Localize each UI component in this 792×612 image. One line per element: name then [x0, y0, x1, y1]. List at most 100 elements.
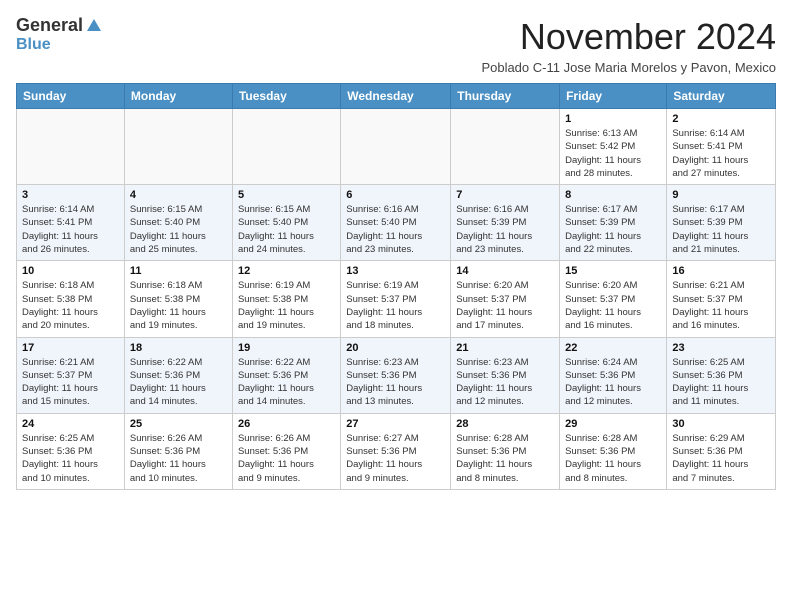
calendar-cell: 24 Sunrise: 6:25 AM Sunset: 5:36 PM Dayli…	[17, 413, 125, 489]
calendar-cell: 18 Sunrise: 6:22 AM Sunset: 5:36 PM Dayli…	[124, 337, 232, 413]
day-number: 24	[22, 418, 119, 430]
day-info: Sunrise: 6:25 AM Sunset: 5:36 PM Dayligh…	[22, 432, 119, 485]
day-info: Sunrise: 6:13 AM Sunset: 5:42 PM Dayligh…	[565, 127, 661, 180]
calendar-cell: 28 Sunrise: 6:28 AM Sunset: 5:36 PM Dayli…	[451, 413, 560, 489]
day-info: Sunrise: 6:29 AM Sunset: 5:36 PM Dayligh…	[672, 432, 770, 485]
day-info: Sunrise: 6:17 AM Sunset: 5:39 PM Dayligh…	[565, 203, 661, 256]
calendar-cell: 11 Sunrise: 6:18 AM Sunset: 5:38 PM Dayli…	[124, 261, 232, 337]
calendar-cell: 25 Sunrise: 6:26 AM Sunset: 5:36 PM Dayli…	[124, 413, 232, 489]
weekday-header-wednesday: Wednesday	[341, 84, 451, 109]
calendar-cell: 7 Sunrise: 6:16 AM Sunset: 5:39 PM Daylig…	[451, 185, 560, 261]
calendar-cell: 30 Sunrise: 6:29 AM Sunset: 5:36 PM Dayli…	[667, 413, 776, 489]
day-info: Sunrise: 6:21 AM Sunset: 5:37 PM Dayligh…	[672, 279, 770, 332]
day-number: 20	[346, 342, 445, 354]
day-number: 1	[565, 113, 661, 125]
day-number: 26	[238, 418, 335, 430]
title-block: November 2024 Poblado C-11 Jose Maria Mo…	[481, 16, 776, 75]
day-info: Sunrise: 6:16 AM Sunset: 5:40 PM Dayligh…	[346, 203, 445, 256]
calendar-cell: 4Sunrise: 6:15 AM Sunset: 5:40 PM Daylig…	[124, 185, 232, 261]
weekday-header-friday: Friday	[560, 84, 667, 109]
day-info: Sunrise: 6:14 AM Sunset: 5:41 PM Dayligh…	[672, 127, 770, 180]
day-number: 27	[346, 418, 445, 430]
day-number: 6	[346, 189, 445, 201]
calendar-cell	[341, 109, 451, 185]
day-info: Sunrise: 6:21 AM Sunset: 5:37 PM Dayligh…	[22, 356, 119, 409]
day-info: Sunrise: 6:28 AM Sunset: 5:36 PM Dayligh…	[565, 432, 661, 485]
calendar-body: 1 Sunrise: 6:13 AM Sunset: 5:42 PM Daylig…	[17, 109, 776, 490]
logo: General Blue	[16, 16, 103, 53]
calendar-header-row: SundayMondayTuesdayWednesdayThursdayFrid…	[17, 84, 776, 109]
calendar-cell: 9 Sunrise: 6:17 AM Sunset: 5:39 PM Daylig…	[667, 185, 776, 261]
day-info: Sunrise: 6:16 AM Sunset: 5:39 PM Dayligh…	[456, 203, 554, 256]
weekday-header-tuesday: Tuesday	[232, 84, 340, 109]
day-number: 14	[456, 265, 554, 277]
day-info: Sunrise: 6:18 AM Sunset: 5:38 PM Dayligh…	[22, 279, 119, 332]
day-info: Sunrise: 6:18 AM Sunset: 5:38 PM Dayligh…	[130, 279, 227, 332]
day-number: 3	[22, 189, 119, 201]
day-number: 29	[565, 418, 661, 430]
day-number: 19	[238, 342, 335, 354]
calendar-cell: 20 Sunrise: 6:23 AM Sunset: 5:36 PM Dayli…	[341, 337, 451, 413]
day-number: 4	[130, 189, 227, 201]
calendar-cell: 1 Sunrise: 6:13 AM Sunset: 5:42 PM Daylig…	[560, 109, 667, 185]
day-number: 18	[130, 342, 227, 354]
calendar-cell: 27 Sunrise: 6:27 AM Sunset: 5:36 PM Dayli…	[341, 413, 451, 489]
day-info: Sunrise: 6:27 AM Sunset: 5:36 PM Dayligh…	[346, 432, 445, 485]
calendar-cell	[17, 109, 125, 185]
day-number: 28	[456, 418, 554, 430]
calendar-cell: 5 Sunrise: 6:15 AM Sunset: 5:40 PM Daylig…	[232, 185, 340, 261]
location-subtitle: Poblado C-11 Jose Maria Morelos y Pavon,…	[481, 60, 776, 75]
calendar-week-2: 3 Sunrise: 6:14 AM Sunset: 5:41 PM Daylig…	[17, 185, 776, 261]
day-number: 22	[565, 342, 661, 354]
weekday-header-saturday: Saturday	[667, 84, 776, 109]
calendar-cell: 26 Sunrise: 6:26 AM Sunset: 5:36 PM Dayli…	[232, 413, 340, 489]
calendar-cell: 17 Sunrise: 6:21 AM Sunset: 5:37 PM Dayli…	[17, 337, 125, 413]
calendar-cell: 14 Sunrise: 6:20 AM Sunset: 5:37 PM Dayli…	[451, 261, 560, 337]
day-number: 8	[565, 189, 661, 201]
calendar-cell: 22 Sunrise: 6:24 AM Sunset: 5:36 PM Dayli…	[560, 337, 667, 413]
logo-text-blue: Blue	[16, 36, 51, 54]
day-number: 16	[672, 265, 770, 277]
day-info: Sunrise: 6:28 AM Sunset: 5:36 PM Dayligh…	[456, 432, 554, 485]
day-number: 25	[130, 418, 227, 430]
day-number: 7	[456, 189, 554, 201]
day-number: 11	[130, 265, 227, 277]
calendar-cell: 6 Sunrise: 6:16 AM Sunset: 5:40 PM Daylig…	[341, 185, 451, 261]
day-info: Sunrise: 6:14 AM Sunset: 5:41 PM Dayligh…	[22, 203, 119, 256]
day-number: 12	[238, 265, 335, 277]
day-info: Sunrise: 6:17 AM Sunset: 5:39 PM Dayligh…	[672, 203, 770, 256]
day-info: Sunrise: 6:23 AM Sunset: 5:36 PM Dayligh…	[346, 356, 445, 409]
day-number: 23	[672, 342, 770, 354]
day-number: 13	[346, 265, 445, 277]
day-number: 10	[22, 265, 119, 277]
calendar-cell: 16 Sunrise: 6:21 AM Sunset: 5:37 PM Dayli…	[667, 261, 776, 337]
calendar-cell: 8 Sunrise: 6:17 AM Sunset: 5:39 PM Daylig…	[560, 185, 667, 261]
day-number: 5	[238, 189, 335, 201]
calendar-cell: 15Sunrise: 6:20 AM Sunset: 5:37 PM Dayli…	[560, 261, 667, 337]
logo-icon	[85, 17, 103, 35]
day-info: Sunrise: 6:23 AM Sunset: 5:36 PM Dayligh…	[456, 356, 554, 409]
day-info: Sunrise: 6:22 AM Sunset: 5:36 PM Dayligh…	[238, 356, 335, 409]
day-number: 30	[672, 418, 770, 430]
calendar-week-5: 24 Sunrise: 6:25 AM Sunset: 5:36 PM Dayli…	[17, 413, 776, 489]
day-info: Sunrise: 6:20 AM Sunset: 5:37 PM Dayligh…	[565, 279, 661, 332]
calendar-table: SundayMondayTuesdayWednesdayThursdayFrid…	[16, 83, 776, 490]
calendar-cell: 3 Sunrise: 6:14 AM Sunset: 5:41 PM Daylig…	[17, 185, 125, 261]
calendar-cell: 19 Sunrise: 6:22 AM Sunset: 5:36 PM Dayli…	[232, 337, 340, 413]
day-info: Sunrise: 6:22 AM Sunset: 5:36 PM Dayligh…	[130, 356, 227, 409]
day-number: 17	[22, 342, 119, 354]
calendar-cell: 21Sunrise: 6:23 AM Sunset: 5:36 PM Dayli…	[451, 337, 560, 413]
day-info: Sunrise: 6:26 AM Sunset: 5:36 PM Dayligh…	[238, 432, 335, 485]
day-info: Sunrise: 6:20 AM Sunset: 5:37 PM Dayligh…	[456, 279, 554, 332]
calendar-cell	[232, 109, 340, 185]
calendar-cell: 23Sunrise: 6:25 AM Sunset: 5:36 PM Dayli…	[667, 337, 776, 413]
day-info: Sunrise: 6:19 AM Sunset: 5:37 PM Dayligh…	[346, 279, 445, 332]
page-header: General Blue November 2024 Poblado C-11 …	[16, 16, 776, 75]
day-info: Sunrise: 6:24 AM Sunset: 5:36 PM Dayligh…	[565, 356, 661, 409]
calendar-cell: 13 Sunrise: 6:19 AM Sunset: 5:37 PM Dayli…	[341, 261, 451, 337]
day-info: Sunrise: 6:26 AM Sunset: 5:36 PM Dayligh…	[130, 432, 227, 485]
month-title: November 2024	[481, 16, 776, 58]
day-info: Sunrise: 6:15 AM Sunset: 5:40 PM Dayligh…	[238, 203, 335, 256]
calendar-cell: 10 Sunrise: 6:18 AM Sunset: 5:38 PM Dayli…	[17, 261, 125, 337]
day-number: 9	[672, 189, 770, 201]
